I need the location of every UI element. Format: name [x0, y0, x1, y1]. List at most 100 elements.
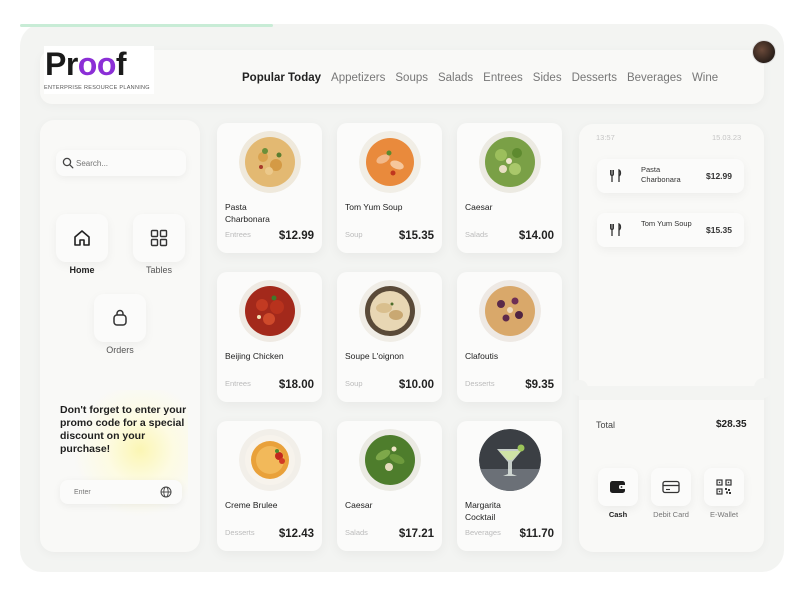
total-label: Total: [596, 420, 616, 430]
user-avatar[interactable]: [752, 40, 776, 64]
qr-code-icon: [716, 479, 732, 495]
promo-code-input[interactable]: [74, 485, 154, 499]
product-card[interactable]: Caesar Salads $14.00: [457, 123, 562, 253]
sidebar-item-home[interactable]: [56, 214, 108, 262]
nav-popular-today[interactable]: Popular Today: [242, 72, 321, 84]
product-card[interactable]: Beijing Chicken Entrees $18.00: [217, 272, 322, 402]
home-icon: [74, 230, 90, 246]
promo-message: Don't forget to enter your promo code fo…: [60, 404, 187, 455]
payment-label: E-Wallet: [709, 510, 739, 519]
sidebar-item-tables[interactable]: [133, 214, 185, 262]
sidebar-item-label: Home: [69, 265, 95, 275]
tom-yum-dish-icon: [359, 131, 421, 193]
order-line-item[interactable]: Pasta Charbonara $12.99: [597, 159, 744, 193]
product-category: Desserts: [225, 528, 255, 537]
product-category: Desserts: [465, 379, 495, 388]
product-card[interactable]: Clafoutis Desserts $9.35: [457, 272, 562, 402]
salad-dish-icon: [479, 131, 541, 193]
nav-sides[interactable]: Sides: [533, 72, 562, 84]
payment-label: Debit Card: [653, 510, 689, 519]
receipt-notch: [572, 380, 588, 396]
product-card[interactable]: Creme Brulee Desserts $12.43: [217, 421, 322, 551]
brand-logo: Proof ENTERPRISE RESOURCE PLANNING: [44, 46, 154, 94]
pasta-dish-icon: [239, 131, 301, 193]
chicken-dish-icon: [239, 280, 301, 342]
product-name: Clafoutis: [465, 351, 499, 361]
pay-debit-card-button[interactable]: [651, 468, 691, 506]
product-price: $10.00: [398, 379, 434, 391]
product-name: Margarita Cocktail: [465, 500, 501, 522]
product-card[interactable]: Pasta Charbonara Entrees $12.99: [217, 123, 322, 253]
product-name: Soupe L'oignon: [345, 351, 404, 361]
total-amount: $28.35: [716, 419, 747, 430]
loading-progress-bar: [20, 24, 273, 27]
product-price: $11.70: [519, 528, 554, 540]
product-name: Pasta Charbonara: [225, 202, 270, 224]
globe-icon: [160, 486, 172, 498]
pay-e-wallet-button[interactable]: [704, 468, 744, 506]
pay-cash-button[interactable]: [598, 468, 638, 506]
order-line-item[interactable]: Tom Yum Soup $15.35: [597, 213, 744, 247]
bag-icon: [113, 309, 127, 326]
order-item-price: $12.99: [706, 171, 732, 181]
product-category: Salads: [465, 230, 488, 239]
order-item-price: $15.35: [706, 225, 732, 235]
nav-beverages[interactable]: Beverages: [627, 72, 682, 84]
nav-entrees[interactable]: Entrees: [483, 72, 523, 84]
product-name: Tom Yum Soup: [345, 202, 403, 212]
product-card[interactable]: Tom Yum Soup Soup $15.35: [337, 123, 442, 253]
sidebar-item-label: Tables: [145, 265, 172, 275]
cocktail-dish-icon: [479, 429, 541, 491]
search-box[interactable]: [56, 150, 186, 176]
nav-soups[interactable]: Soups: [395, 72, 428, 84]
product-price: $15.35: [398, 230, 434, 242]
product-price: $18.00: [278, 379, 314, 391]
onion-soup-dish-icon: [359, 280, 421, 342]
order-item-name: Tom Yum Soup: [641, 219, 692, 228]
product-name: Caesar: [345, 500, 373, 510]
product-category: Soup: [345, 379, 363, 388]
category-nav: Popular Today Appetizers Soups Salads En…: [242, 72, 728, 84]
grid-icon: [150, 229, 168, 247]
order-item-name: Pasta Charbonara: [641, 165, 681, 184]
product-category: Entrees: [225, 379, 251, 388]
receipt-notch: [754, 378, 772, 398]
product-name: Caesar: [465, 202, 493, 212]
nav-wine[interactable]: Wine: [692, 72, 718, 84]
product-category: Salads: [345, 528, 368, 537]
creme-brulee-dish-icon: [239, 429, 301, 491]
product-category: Beverages: [465, 528, 501, 537]
cutlery-icon: [610, 223, 622, 236]
salad-dish-icon: [359, 429, 421, 491]
receipt-divider: [579, 386, 764, 400]
order-date: 15.03.23: [712, 133, 742, 142]
wallet-icon: [610, 481, 626, 493]
product-category: Soup: [345, 230, 363, 239]
search-icon: [62, 157, 74, 169]
product-card[interactable]: Margarita Cocktail Beverages $11.70: [457, 421, 562, 551]
product-price: $14.00: [518, 230, 554, 242]
product-price: $12.43: [278, 528, 314, 540]
sidebar-item-label: Orders: [106, 345, 134, 355]
promo-code-field[interactable]: [60, 480, 182, 504]
nav-salads[interactable]: Salads: [438, 72, 473, 84]
search-input[interactable]: [76, 154, 176, 172]
payment-label: Cash: [608, 510, 628, 519]
clafoutis-dish-icon: [479, 280, 541, 342]
product-name: Creme Brulee: [225, 500, 278, 510]
product-price: $12.99: [278, 230, 314, 242]
card-icon: [662, 480, 680, 494]
sidebar-item-orders[interactable]: [94, 294, 146, 342]
product-card[interactable]: Caesar Salads $17.21: [337, 421, 442, 551]
order-time: 13:57: [596, 133, 615, 142]
nav-desserts[interactable]: Desserts: [572, 72, 617, 84]
logo-tagline: ENTERPRISE RESOURCE PLANNING: [44, 85, 150, 91]
cutlery-icon: [610, 169, 622, 182]
product-name: Beijing Chicken: [225, 351, 284, 361]
product-price: $17.21: [398, 528, 434, 540]
product-price: $9.35: [525, 379, 554, 391]
product-category: Entrees: [225, 230, 251, 239]
product-card[interactable]: Soupe L'oignon Soup $10.00: [337, 272, 442, 402]
logo-wordmark: Proof: [45, 46, 127, 82]
nav-appetizers[interactable]: Appetizers: [331, 72, 385, 84]
